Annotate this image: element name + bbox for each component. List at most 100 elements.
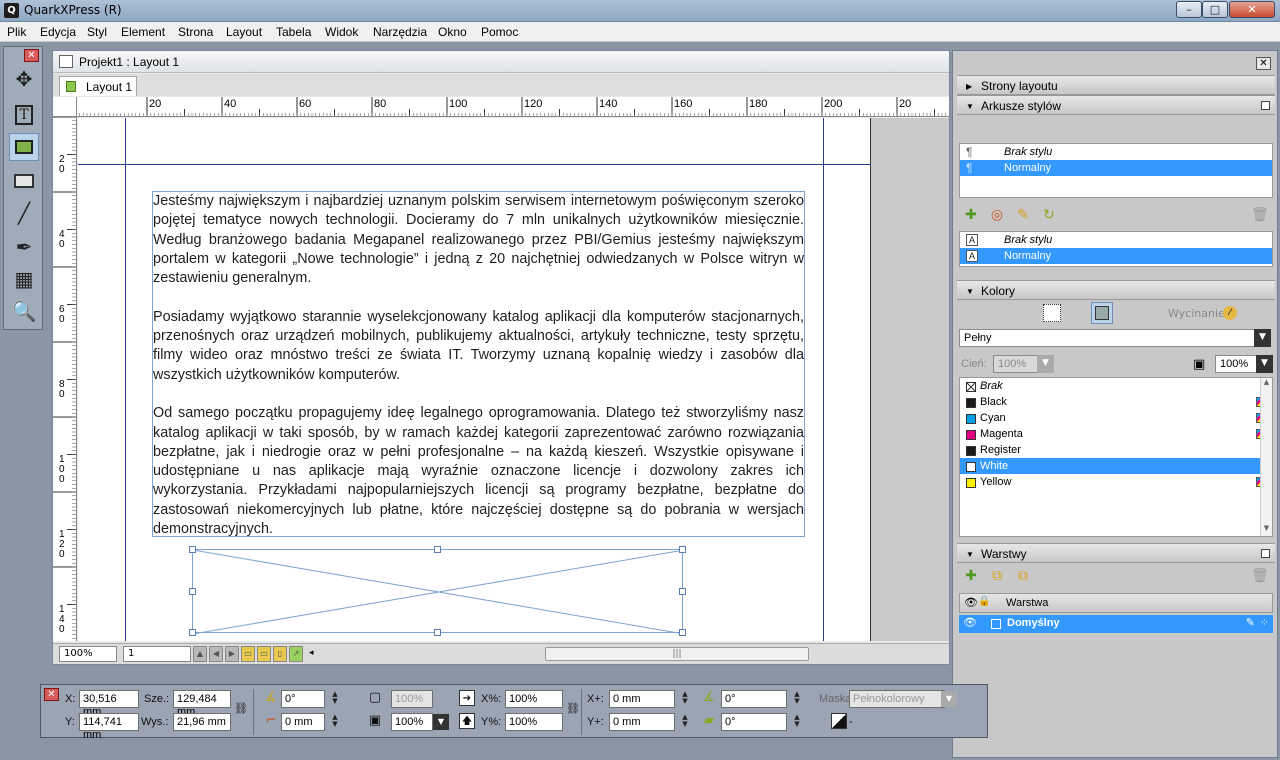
item-tool-icon[interactable]: ✥ — [9, 65, 39, 93]
close-button[interactable]: ✕ — [1229, 1, 1275, 18]
new-style-icon[interactable]: ✚ — [963, 207, 979, 223]
picture-angle-stepper[interactable]: ▲ ▼ — [793, 691, 801, 707]
view-mode-3-icon[interactable]: ▯ — [273, 646, 287, 662]
knockout-icon[interactable]: ⁄ — [1223, 306, 1237, 320]
tools-close-icon[interactable]: ✕ — [24, 49, 39, 62]
list-item[interactable]: A Brak stylu — [960, 232, 1272, 248]
resize-handle-se[interactable] — [679, 629, 686, 636]
resize-handle-w[interactable] — [189, 588, 196, 595]
list-item[interactable]: Black — [960, 394, 1272, 410]
palette-menu-icon[interactable] — [1261, 101, 1270, 110]
layout-canvas[interactable]: Jesteśmy największym i najbardziej uznan… — [78, 118, 949, 641]
picture-color-icon[interactable] — [831, 713, 847, 729]
text-box[interactable]: Jesteśmy największym i najbardziej uznan… — [152, 191, 805, 537]
bezier-pen-tool-icon[interactable]: ✒ — [9, 233, 39, 261]
flip-vertical-icon[interactable]: 🡅 — [459, 713, 475, 729]
maximize-button[interactable]: □ — [1202, 1, 1228, 18]
menu-widok[interactable]: Widok — [325, 25, 358, 39]
menu-layout[interactable]: Layout — [226, 25, 262, 39]
resize-handle-nw[interactable] — [189, 546, 196, 553]
list-item[interactable]: Yellow — [960, 474, 1272, 490]
frame-color-icon[interactable] — [1043, 304, 1061, 322]
palette-menu-icon[interactable] — [1261, 549, 1270, 558]
layer-options-icon[interactable]: ⁘ — [1260, 616, 1269, 629]
menu-strona[interactable]: Strona — [178, 25, 213, 39]
zoom-tool-icon[interactable]: 🔍 — [9, 297, 39, 325]
text-content-tool-icon[interactable]: T — [9, 101, 39, 129]
duplicate-style-icon[interactable]: ◎ — [989, 207, 1005, 223]
flip-horizontal-icon[interactable]: ➔ — [459, 690, 475, 706]
prev-page-icon[interactable]: ◀ — [209, 646, 223, 662]
horizontal-scrollbar[interactable]: ||| — [545, 647, 809, 661]
view-mode-1-icon[interactable]: ▭ — [241, 646, 255, 662]
box-opacity-dropdown-icon[interactable]: ▼ — [433, 714, 449, 730]
palette-header-arkusze[interactable]: ▼ Arkusze stylów — [957, 95, 1275, 115]
ruler-origin[interactable] — [53, 97, 77, 117]
list-item[interactable]: Magenta — [960, 426, 1272, 442]
palette-header-warstwy[interactable]: ▼ Warstwy — [957, 543, 1275, 563]
corner-radius-stepper[interactable]: ▲ ▼ — [331, 714, 339, 730]
xoffset-stepper[interactable]: ▲ ▼ — [681, 691, 689, 707]
menu-element[interactable]: Element — [121, 25, 165, 39]
xscale-field[interactable]: 100% — [505, 690, 563, 708]
edit-style-icon[interactable]: ✎ — [1015, 207, 1031, 223]
list-item[interactable]: Register — [960, 442, 1272, 458]
edit-pencil-icon[interactable]: ✎ — [1246, 616, 1255, 629]
box-shade-icon[interactable]: ▣ — [367, 713, 383, 729]
xoffset-field[interactable]: 0 mm — [609, 690, 675, 708]
yscale-field[interactable]: 100% — [505, 713, 563, 731]
line-tool-icon[interactable]: ╱ — [9, 199, 39, 227]
resize-handle-sw[interactable] — [189, 629, 196, 636]
width-field[interactable]: 129,484 mm — [173, 690, 231, 718]
vertical-ruler[interactable]: 20406080100120140 — [53, 117, 77, 641]
menu-narzedzia[interactable]: Narzędzia — [373, 25, 427, 39]
resize-handle-ne[interactable] — [679, 546, 686, 553]
refresh-style-icon[interactable]: ↻ — [1041, 207, 1057, 223]
y-field[interactable]: 114,741 mm — [79, 713, 139, 741]
visibility-eye-icon[interactable]: 👁 — [963, 616, 977, 629]
resize-handle-s[interactable] — [434, 629, 441, 636]
zoom-field[interactable]: 100% — [59, 646, 117, 662]
menu-pomoc[interactable]: Pomoc — [481, 25, 518, 39]
list-item[interactable]: ¶ Brak stylu — [960, 144, 1272, 160]
menu-edycja[interactable]: Edycja — [40, 25, 76, 39]
picture-content-tool-icon[interactable] — [9, 133, 39, 161]
palette-header-kolory[interactable]: ▼ Kolory — [957, 280, 1275, 300]
mask-dropdown-icon[interactable]: ▼ — [941, 691, 957, 707]
palette-close-icon[interactable]: ✕ — [1256, 57, 1271, 70]
palette-header-strony[interactable]: ▶ Strony layoutu — [957, 75, 1275, 95]
page-menu-icon[interactable]: ▲ — [193, 646, 207, 662]
fill-type-select[interactable]: Pełny — [959, 329, 1255, 347]
resize-handle-e[interactable] — [679, 588, 686, 595]
yoffset-field[interactable]: 0 mm — [609, 713, 675, 731]
link-proportions-icon[interactable]: ⛓ — [233, 701, 249, 717]
list-item[interactable]: Brak — [960, 378, 1272, 394]
tab-layout-1[interactable]: Layout 1 — [59, 76, 137, 96]
picture-skew-stepper[interactable]: ▲ ▼ — [793, 714, 801, 730]
horizontal-ruler[interactable]: 20 40 60 80 100 120 140 160 180 200 20 — [77, 97, 949, 117]
shade-dropdown-icon[interactable]: ▼ — [1037, 355, 1054, 373]
new-layer-icon[interactable]: ✚ — [963, 568, 979, 584]
list-item[interactable]: White — [960, 458, 1272, 474]
layer-row-domyslny[interactable]: 👁 Domyślny ✎ ⁘ — [959, 615, 1273, 633]
rotation-stepper[interactable]: ▲ ▼ — [331, 691, 339, 707]
yoffset-stepper[interactable]: ▲ ▼ — [681, 714, 689, 730]
list-item[interactable]: A Normalny — [960, 248, 1272, 264]
link-scale-icon[interactable]: ⛓ — [565, 701, 581, 717]
menu-styl[interactable]: Styl — [87, 25, 107, 39]
colors-scrollbar[interactable]: ▲ ▼ — [1260, 378, 1272, 536]
list-item[interactable]: ¶ Normalny — [960, 160, 1272, 176]
opacity-dropdown-icon[interactable]: ▼ — [1256, 355, 1273, 373]
picture-box[interactable] — [189, 546, 686, 636]
opacity-field[interactable]: 100% — [1215, 355, 1257, 373]
menu-tabela[interactable]: Tabela — [276, 25, 311, 39]
page-number-field[interactable]: 1 — [123, 646, 191, 662]
menu-okno[interactable]: Okno — [438, 25, 467, 39]
resize-handle-n[interactable] — [434, 546, 441, 553]
delete-layer-icon[interactable]: 🗑 — [1251, 568, 1269, 584]
move-items-icon[interactable]: ⧉ — [1015, 568, 1031, 584]
corner-radius-field[interactable]: 0 mm — [281, 713, 325, 731]
scroll-left-icon[interactable]: ◂ — [309, 648, 314, 658]
next-page-icon[interactable]: ▶ — [225, 646, 239, 662]
minimize-button[interactable]: – — [1176, 1, 1202, 18]
